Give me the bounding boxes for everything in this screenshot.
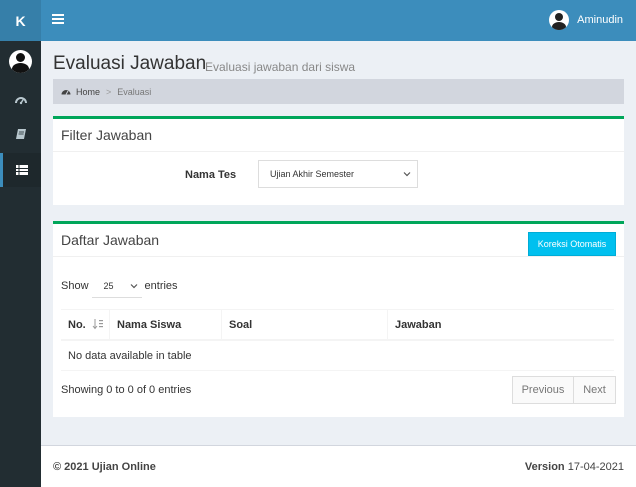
top-navbar: Aminudin [41,0,636,41]
page-subtitle: Evaluasi jawaban dari siswa [205,60,356,74]
menu-toggle-icon[interactable] [52,14,64,26]
filter-panel: Filter Jawaban Nama Tes Ujian Akhir Seme… [53,116,624,205]
table-empty-row: No data available in table [61,341,614,371]
main-content: Evaluasi Jawaban Evaluasi jawaban dari s… [41,41,636,445]
answers-panel: Daftar Jawaban Koreksi Otomatis Show 25 … [53,221,624,417]
column-header-no[interactable]: No. [61,310,109,340]
entries-label: entries [144,280,178,292]
column-header-jawaban[interactable]: Jawaban [387,310,614,340]
filter-panel-title: Filter Jawaban [61,127,153,143]
logo-letter: K [15,12,26,29]
test-name-label: Nama Tes [185,169,237,181]
table-header: No. Nama Siswa Soal Jawaban [61,309,614,341]
dashboard-icon [61,90,71,95]
show-label: Show [61,280,89,292]
test-name-select[interactable]: Ujian Akhir Semester [258,160,418,188]
dashboard-icon [14,97,27,105]
user-avatar-icon [549,10,570,30]
app-logo[interactable]: K [0,0,41,41]
filter-panel-header: Filter Jawaban [53,119,624,152]
version-value: 17-04-2021 [567,461,624,473]
sidebar [0,41,41,487]
table-info: Showing 0 to 0 of 0 entries [61,384,192,396]
pagination-next-button[interactable]: Next [574,377,615,403]
pagination: Previous Next [512,376,616,404]
sidebar-avatar-icon [9,50,32,73]
book-icon [15,129,26,139]
sidebar-item-books[interactable] [0,117,41,151]
list-icon [16,165,28,175]
chevron-down-icon [130,284,137,289]
user-name: Aminudin [577,14,623,26]
footer: © 2021 Ujian Online Version 17-04-2021 [41,445,636,487]
page-length-value: 25 [103,280,114,291]
version-label: Version [524,461,565,473]
chevron-down-icon [403,172,411,177]
breadcrumb-current: Evaluasi [117,86,152,97]
answers-table: No. Nama Siswa Soal Jawaban No data avai… [61,309,614,371]
auto-correct-button[interactable]: Koreksi Otomatis [528,232,616,256]
sidebar-item-dashboard[interactable] [0,83,41,117]
footer-copyright: © 2021 Ujian Online [53,461,156,473]
test-name-selected: Ujian Akhir Semester [270,169,355,179]
pagination-previous-button[interactable]: Previous [513,377,574,403]
user-menu[interactable]: Aminudin [549,10,623,30]
footer-version: Version 17-04-2021 [525,461,624,473]
page-length-control: Show 25 entries [61,274,178,298]
breadcrumb-home[interactable]: Home [61,87,100,97]
column-header-nama-siswa[interactable]: Nama Siswa [109,310,221,340]
breadcrumb: Home > Evaluasi [53,79,624,104]
breadcrumb-separator: > [106,86,112,97]
answers-panel-header: Daftar Jawaban Koreksi Otomatis [53,224,624,257]
column-header-soal[interactable]: Soal [221,310,387,340]
sidebar-item-evaluasi[interactable] [0,153,41,187]
sort-icon [92,319,103,330]
page-title: Evaluasi Jawaban [53,53,207,74]
answers-panel-title: Daftar Jawaban [61,232,160,248]
page-length-select[interactable]: 25 [91,274,142,298]
